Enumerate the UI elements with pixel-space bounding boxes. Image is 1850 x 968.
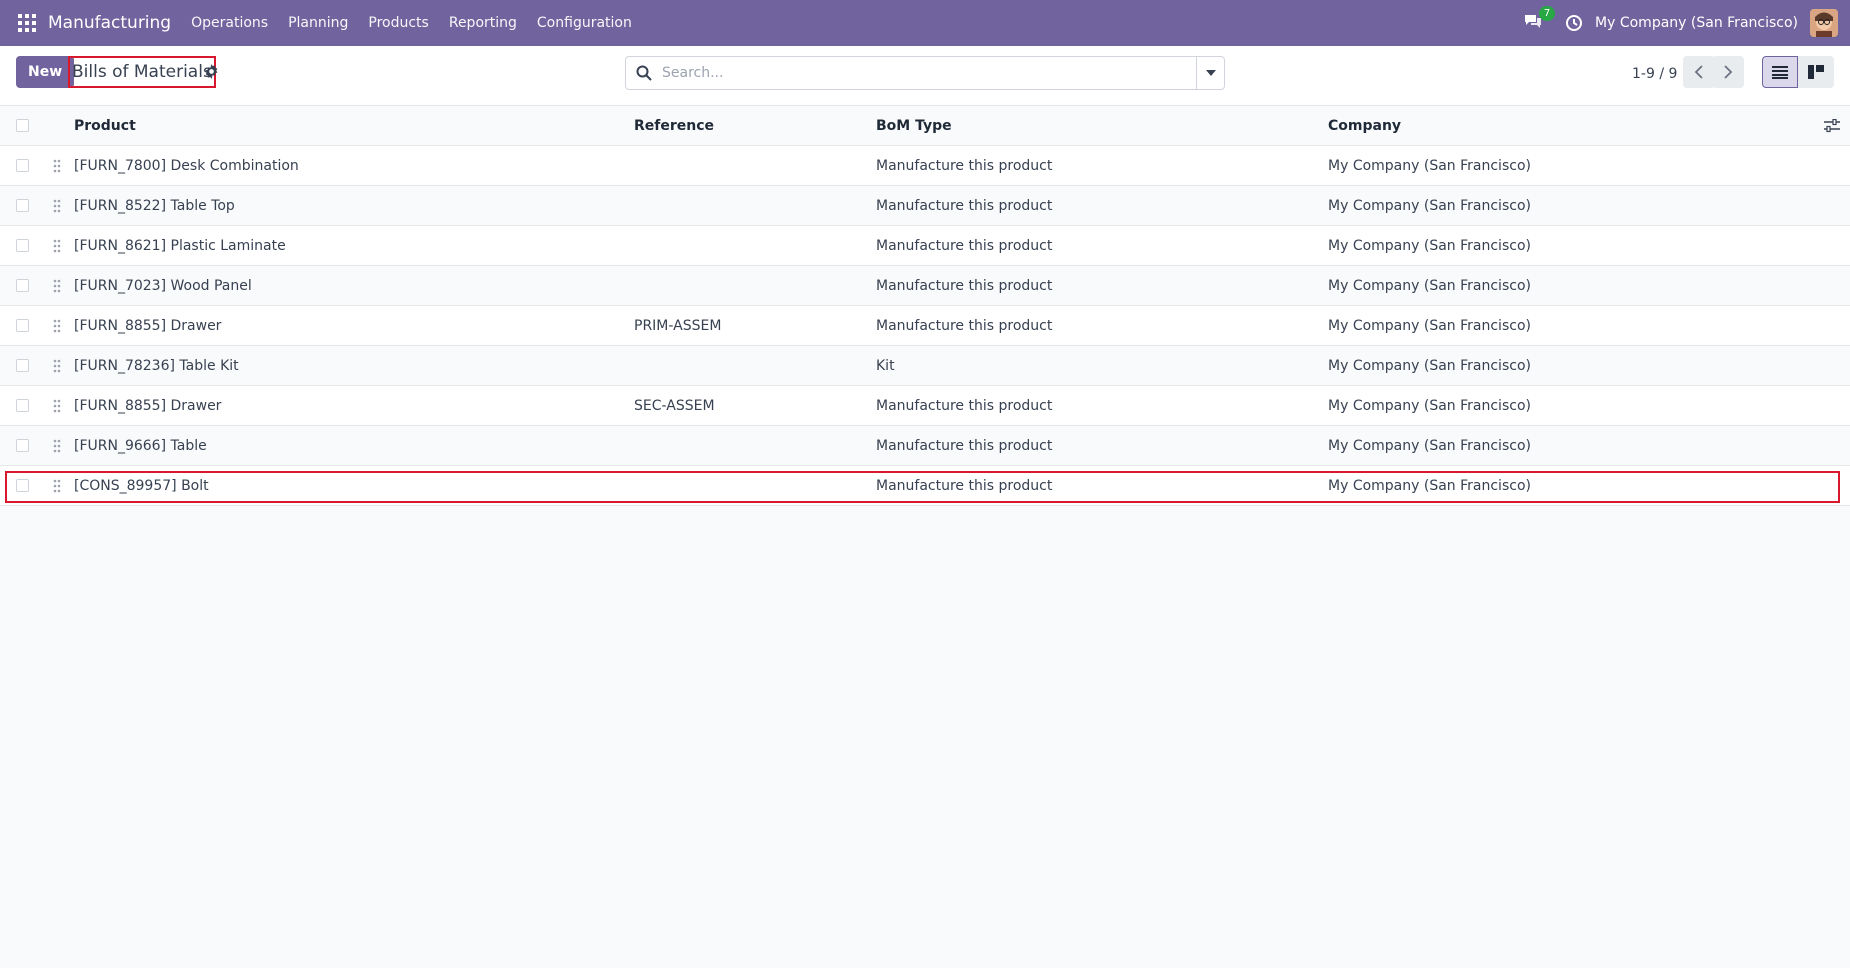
cell-product: [CONS_89957] Bolt bbox=[74, 477, 209, 494]
cell-bom-type: Manufacture this product bbox=[876, 477, 1053, 494]
cell-reference: SEC-ASSEM bbox=[634, 397, 715, 414]
cell-bom-type: Manufacture this product bbox=[876, 237, 1053, 254]
cell-company: My Company (San Francisco) bbox=[1328, 317, 1531, 334]
row-checkbox[interactable] bbox=[16, 319, 29, 332]
table-row[interactable]: [CONS_89957] Bolt Manufacture this produ… bbox=[0, 466, 1850, 506]
app-name[interactable]: Manufacturing bbox=[48, 13, 171, 33]
page-title: Bills of Materials bbox=[72, 62, 212, 82]
cell-bom-type: Manufacture this product bbox=[876, 197, 1053, 214]
bom-list-table: Product Reference BoM Type Company [FURN… bbox=[0, 106, 1850, 506]
select-all-checkbox[interactable] bbox=[16, 119, 29, 132]
search-icon bbox=[636, 65, 652, 81]
apps-grid-icon[interactable] bbox=[18, 14, 36, 32]
row-checkbox[interactable] bbox=[16, 199, 29, 212]
cell-company: My Company (San Francisco) bbox=[1328, 397, 1531, 414]
search-bar bbox=[625, 56, 1225, 90]
chat-count-badge: 7 bbox=[1539, 6, 1556, 21]
drag-handle-icon[interactable] bbox=[52, 239, 62, 253]
menu-operations[interactable]: Operations bbox=[191, 15, 268, 31]
cell-company: My Company (San Francisco) bbox=[1328, 197, 1531, 214]
cell-company: My Company (San Francisco) bbox=[1328, 157, 1531, 174]
drag-handle-icon[interactable] bbox=[52, 159, 62, 173]
cell-company: My Company (San Francisco) bbox=[1328, 357, 1531, 374]
cell-product: [FURN_7023] Wood Panel bbox=[74, 277, 252, 294]
cell-bom-type: Manufacture this product bbox=[876, 397, 1053, 414]
drag-handle-icon[interactable] bbox=[52, 439, 62, 453]
drag-handle-icon[interactable] bbox=[52, 319, 62, 333]
column-header-reference[interactable]: Reference bbox=[634, 118, 714, 134]
table-row[interactable]: [FURN_7800] Desk Combination Manufacture… bbox=[0, 146, 1850, 186]
cell-product: [FURN_8855] Drawer bbox=[74, 317, 222, 334]
company-switcher[interactable]: My Company (San Francisco) bbox=[1595, 15, 1798, 31]
breadcrumb: Bills of Materials bbox=[68, 56, 216, 88]
column-header-company[interactable]: Company bbox=[1328, 118, 1401, 134]
table-row[interactable]: [FURN_8522] Table Top Manufacture this p… bbox=[0, 186, 1850, 226]
drag-handle-icon[interactable] bbox=[52, 479, 62, 493]
cell-product: [FURN_7800] Desk Combination bbox=[74, 157, 299, 174]
cell-product: [FURN_8621] Plastic Laminate bbox=[74, 237, 286, 254]
table-row[interactable]: [FURN_8621] Plastic Laminate Manufacture… bbox=[0, 226, 1850, 266]
menu-configuration[interactable]: Configuration bbox=[537, 15, 632, 31]
table-row[interactable]: [FURN_9666] Table Manufacture this produ… bbox=[0, 426, 1850, 466]
pager-next-button[interactable] bbox=[1712, 56, 1744, 88]
navbar-right: 7 My Company (San Francisco) bbox=[1523, 6, 1838, 37]
menu-products[interactable]: Products bbox=[368, 15, 428, 31]
column-header-product[interactable]: Product bbox=[74, 118, 136, 134]
cell-bom-type: Kit bbox=[876, 357, 895, 374]
top-navbar: Manufacturing Operations Planning Produc… bbox=[0, 0, 1850, 46]
cell-reference: PRIM-ASSEM bbox=[634, 317, 722, 334]
cell-company: My Company (San Francisco) bbox=[1328, 437, 1531, 454]
pager-value[interactable]: 1-9 / 9 bbox=[1632, 66, 1677, 82]
cell-bom-type: Manufacture this product bbox=[876, 277, 1053, 294]
control-panel: New Bills of Materials 1-9 / 9 bbox=[0, 46, 1850, 106]
column-settings-icon[interactable] bbox=[1824, 118, 1840, 133]
table-header: Product Reference BoM Type Company bbox=[0, 106, 1850, 146]
pager-previous-button[interactable] bbox=[1683, 56, 1715, 88]
caret-down-icon bbox=[1205, 70, 1216, 76]
user-avatar[interactable] bbox=[1810, 9, 1838, 37]
list-view-icon bbox=[1772, 66, 1788, 79]
chevron-right-icon bbox=[1724, 65, 1733, 79]
clock-icon[interactable] bbox=[1565, 14, 1583, 32]
kanban-view-button[interactable] bbox=[1798, 56, 1834, 88]
row-checkbox[interactable] bbox=[16, 439, 29, 452]
drag-handle-icon[interactable] bbox=[52, 279, 62, 293]
drag-handle-icon[interactable] bbox=[52, 199, 62, 213]
chat-icon[interactable]: 7 bbox=[1523, 6, 1556, 33]
cell-product: [FURN_8855] Drawer bbox=[74, 397, 222, 414]
cell-company: My Company (San Francisco) bbox=[1328, 477, 1531, 494]
row-checkbox[interactable] bbox=[16, 399, 29, 412]
row-checkbox[interactable] bbox=[16, 239, 29, 252]
chevron-left-icon bbox=[1694, 65, 1703, 79]
menu-planning[interactable]: Planning bbox=[288, 15, 348, 31]
table-row[interactable]: [FURN_78236] Table Kit Kit My Company (S… bbox=[0, 346, 1850, 386]
cell-bom-type: Manufacture this product bbox=[876, 157, 1053, 174]
column-header-bom-type[interactable]: BoM Type bbox=[876, 118, 952, 134]
row-checkbox[interactable] bbox=[16, 479, 29, 492]
menu-reporting[interactable]: Reporting bbox=[449, 15, 517, 31]
row-checkbox[interactable] bbox=[16, 159, 29, 172]
search-options-toggle[interactable] bbox=[1196, 57, 1224, 89]
cell-product: [FURN_78236] Table Kit bbox=[74, 357, 239, 374]
row-checkbox[interactable] bbox=[16, 279, 29, 292]
new-button[interactable]: New bbox=[16, 56, 75, 88]
cell-product: [FURN_9666] Table bbox=[74, 437, 207, 454]
table-row[interactable]: [FURN_7023] Wood Panel Manufacture this … bbox=[0, 266, 1850, 306]
search-input[interactable] bbox=[662, 65, 1196, 81]
view-switcher bbox=[1762, 56, 1834, 88]
cell-bom-type: Manufacture this product bbox=[876, 317, 1053, 334]
cell-bom-type: Manufacture this product bbox=[876, 437, 1053, 454]
table-row[interactable]: [FURN_8855] Drawer PRIM-ASSEM Manufactur… bbox=[0, 306, 1850, 346]
gear-icon[interactable] bbox=[204, 64, 219, 79]
row-checkbox[interactable] bbox=[16, 359, 29, 372]
table-row[interactable]: [FURN_8855] Drawer SEC-ASSEM Manufacture… bbox=[0, 386, 1850, 426]
cell-product: [FURN_8522] Table Top bbox=[74, 197, 235, 214]
drag-handle-icon[interactable] bbox=[52, 399, 62, 413]
drag-handle-icon[interactable] bbox=[52, 359, 62, 373]
cell-company: My Company (San Francisco) bbox=[1328, 237, 1531, 254]
cell-company: My Company (San Francisco) bbox=[1328, 277, 1531, 294]
kanban-view-icon bbox=[1808, 65, 1824, 79]
list-view-button[interactable] bbox=[1762, 56, 1798, 88]
